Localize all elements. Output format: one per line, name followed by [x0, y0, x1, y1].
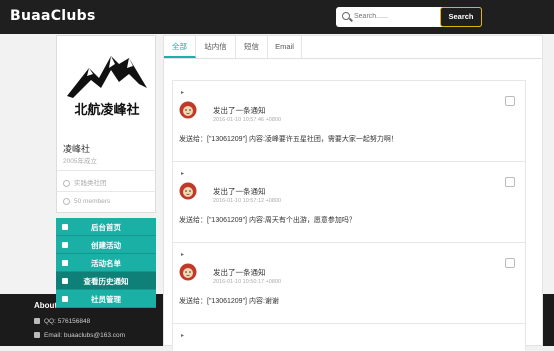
admin-side-menu: 后台首页 创建活动 活动名单 查看历史通知 社员管理 [56, 218, 156, 308]
notification-title: 发出了一条通知 [213, 106, 266, 115]
club-logo-text: 北航凌峰社 [74, 102, 139, 118]
notification-body: 发送给：["13061209"] 内容:谢谢 [179, 298, 279, 305]
caret-right-icon[interactable]: ▸ [181, 89, 184, 96]
select-checkbox[interactable] [505, 177, 515, 187]
divider [57, 170, 155, 171]
menu-item-activity-list[interactable]: 活动名单 [56, 254, 156, 272]
user-icon [63, 198, 70, 205]
notification-title: 发出了一条通知 [213, 268, 266, 277]
club-founded: 2005年成立 [63, 158, 97, 165]
envelope-icon [34, 332, 40, 339]
club-profile-card: 北航凌峰社 凌峰社 2005年成立 实践类社团 50 members [56, 35, 156, 213]
search-box: Search [336, 7, 482, 27]
search-icon [342, 12, 350, 20]
footer-title: About [34, 301, 58, 310]
tab-all[interactable]: 全部 [164, 36, 196, 58]
tab-email[interactable]: Email [268, 36, 302, 58]
notification-item: ▸ 发出了一条通知 2016-01-10 10:50:17 +0800 发送给：… [173, 242, 525, 323]
notification-item: ▸ 发出了一条通知 2016-01-10 10:57:46 +0800 发送给：… [173, 80, 525, 161]
menu-item-create-activity[interactable]: 创建活动 [56, 236, 156, 254]
caret-right-icon[interactable]: ▸ [181, 251, 184, 258]
top-navbar: BuaaClubs Search [0, 0, 554, 34]
club-name: 凌峰社 [63, 144, 91, 154]
footer-email: Email: buaaclubs@163.com [34, 332, 125, 339]
lion-avatar-icon [179, 263, 197, 281]
caret-right-icon[interactable]: ▸ [181, 170, 184, 177]
notification-time: 2016-01-10 10:50:17 +0800 [213, 279, 282, 285]
club-logo: 北航凌峰社 [67, 56, 147, 118]
menu-item-dashboard[interactable]: 后台首页 [56, 218, 156, 236]
notification-list: ▸ 发出了一条通知 2016-01-10 10:57:46 +0800 发送给：… [172, 80, 526, 351]
notification-body: 发送给：["13061209"] 内容:凌峰要许五星社团，需要大家一起努力啊！ [179, 136, 398, 143]
menu-item-notification-history[interactable]: 查看历史通知 [56, 272, 156, 290]
brand-logo[interactable]: BuaaClubs [10, 8, 96, 24]
notification-item: ▸ 发出了一条通知 2016-01-10 10:57:12 +0800 发送给：… [173, 161, 525, 242]
club-members: 50 members [63, 198, 110, 205]
select-checkbox[interactable] [505, 96, 515, 106]
filter-tabs: 全部 站内信 短信 Email [164, 36, 542, 59]
club-type: 实践类社团 [63, 177, 107, 187]
notification-panel: 全部 站内信 短信 Email ▸ 发出了一条通知 2016-01-10 10:… [163, 35, 543, 351]
tab-sms[interactable]: 短信 [236, 36, 268, 58]
search-button[interactable]: Search [440, 7, 482, 27]
lion-avatar-icon [179, 101, 197, 119]
menu-item-member-management[interactable]: 社员管理 [56, 290, 156, 308]
notification-time: 2016-01-10 10:57:12 +0800 [213, 198, 282, 204]
footer-qq: QQ: 576156848 [34, 318, 90, 325]
notification-body: 发送给：["13061209"] 内容:周天有个出游，愿意参加吗？ [179, 217, 356, 224]
select-checkbox[interactable] [505, 258, 515, 268]
notification-time: 2016-01-10 10:57:46 +0800 [213, 117, 282, 123]
caret-right-icon[interactable]: ▸ [181, 332, 184, 339]
lion-avatar-icon [179, 182, 197, 200]
notification-title: 发出了一条通知 [213, 187, 266, 196]
qq-icon [34, 318, 40, 325]
divider [57, 191, 155, 192]
search-input[interactable] [354, 10, 434, 23]
tab-site-message[interactable]: 站内信 [196, 36, 236, 58]
notification-item: ▸ [173, 323, 525, 351]
circle-icon [63, 179, 70, 187]
